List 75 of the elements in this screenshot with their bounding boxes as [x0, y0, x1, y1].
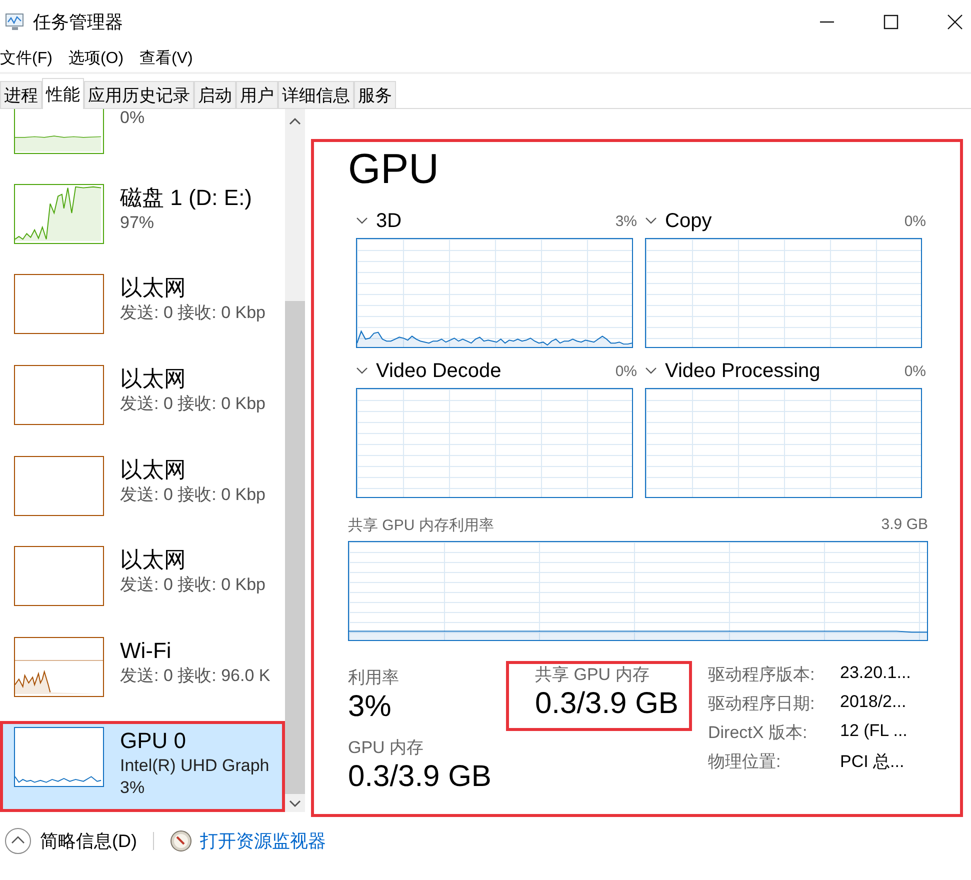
engine-usage: 3% [615, 212, 637, 230]
tab[interactable]: 性能 [42, 78, 84, 109]
sidebar-item[interactable]: GPU 0 Intel(R) UHD Graph 3% [0, 721, 285, 812]
detail-label: DirectX 版本: [708, 722, 808, 744]
chevron-icon[interactable] [356, 217, 368, 225]
chevron-icon[interactable] [356, 367, 368, 375]
tab[interactable]: 应用历史记录 [84, 81, 194, 108]
chart-max: 3.9 GB [881, 516, 928, 535]
device-name: Wi-Fi [120, 636, 172, 665]
resource-monitor-link[interactable]: 打开资源监视器 [200, 829, 326, 853]
maximize-icon[interactable] [883, 14, 899, 30]
device-name: 以太网 [120, 456, 187, 484]
device-detail: Intel(R) UHD Graph [120, 755, 270, 778]
sidebar-item[interactable]: 以太网 发送: 0 接收: 0 Kbp [0, 450, 285, 540]
engine-usage: 0% [615, 362, 637, 380]
device-detail: 发送: 0 接收: 0 Kbp [120, 484, 266, 506]
device-detail: 发送: 0 接收: 0 Kbp [120, 392, 266, 415]
menu-item[interactable]: 选项(O) [68, 48, 126, 68]
engine-name: Copy [665, 210, 712, 232]
engine-name: Video Processing [665, 360, 820, 382]
scroll-down-icon[interactable] [289, 800, 301, 808]
chevron-icon[interactable] [645, 367, 657, 375]
tab[interactable]: 进程 [0, 81, 42, 108]
device-usage: 0% [120, 107, 145, 129]
menu-item[interactable]: 查看(V) [140, 48, 195, 68]
stat-value: 0.3/3.9 GB [535, 686, 680, 722]
stat-label: GPU 内存 [348, 737, 425, 759]
engine-name: Video Decode [376, 360, 502, 382]
tab[interactable]: 服务 [354, 81, 396, 108]
window-title: 任务管理器 [33, 11, 123, 34]
scroll-thumb[interactable] [285, 301, 305, 794]
device-name: GPU 0 [120, 727, 188, 756]
panel-title: GPU [348, 144, 440, 194]
sidebar-item[interactable]: Wi-Fi 发送: 0 接收: 96.0 K [0, 630, 285, 722]
engine-name: 3D [376, 210, 402, 232]
stat-label: 共享 GPU 内存 [535, 664, 650, 686]
detail-value: 23.20.1... [840, 663, 911, 684]
gauge-icon [170, 830, 192, 852]
detail-value: PCI 总... [840, 751, 906, 773]
sidebar-item[interactable]: 磁盘 1 (D: E:) 97% [0, 178, 285, 268]
device-detail: 发送: 0 接收: 0 Kbp [120, 302, 266, 324]
device-detail: 发送: 0 接收: 0 Kbp [120, 574, 266, 596]
tab[interactable]: 用户 [236, 81, 278, 108]
tab[interactable]: 详细信息 [278, 81, 354, 108]
brief-info-button[interactable]: 简略信息(D) [40, 829, 137, 853]
chevron-icon[interactable] [645, 217, 657, 225]
monitor-icon [5, 13, 25, 31]
device-name: 磁盘 1 (D: E:) [120, 184, 252, 212]
sidebar-item[interactable]: 以太网 发送: 0 接收: 0 Kbp [0, 268, 285, 359]
detail-label: 物理位置: [708, 751, 782, 773]
tab[interactable]: 启动 [194, 81, 236, 108]
detail-label: 驱动程序日期: [708, 693, 816, 715]
device-name: 以太网 [120, 274, 187, 302]
stat-value: 0.3/3.9 GB [348, 759, 492, 795]
menu-item[interactable]: 文件(F) [0, 48, 54, 68]
stat-label: 利用率 [348, 667, 400, 689]
device-usage: 97% [120, 212, 156, 234]
detail-value: 12 (FL ... [840, 721, 908, 742]
sidebar-item[interactable]: 以太网 发送: 0 接收: 0 Kbp [0, 540, 285, 631]
close-icon[interactable] [947, 14, 963, 30]
device-name: 以太网 [120, 364, 187, 393]
engine-usage: 0% [904, 362, 926, 380]
engine-usage: 0% [904, 212, 926, 230]
device-name: 以太网 [120, 546, 187, 574]
sidebar-item[interactable]: 以太网 发送: 0 接收: 0 Kbp [0, 358, 285, 450]
stat-value: 3% [348, 689, 392, 725]
collapse-icon[interactable] [4, 827, 32, 855]
device-usage: 3% [120, 777, 146, 800]
sidebar-item[interactable]: 0% [0, 109, 285, 178]
scrollbar[interactable] [285, 109, 305, 812]
detail-label: 驱动程序版本: [708, 664, 816, 686]
chart-label: 共享 GPU 内存利用率 [348, 516, 494, 535]
scroll-up-icon[interactable] [289, 117, 301, 125]
device-detail: 发送: 0 接收: 96.0 K [120, 664, 270, 687]
detail-value: 2018/2... [840, 692, 908, 713]
